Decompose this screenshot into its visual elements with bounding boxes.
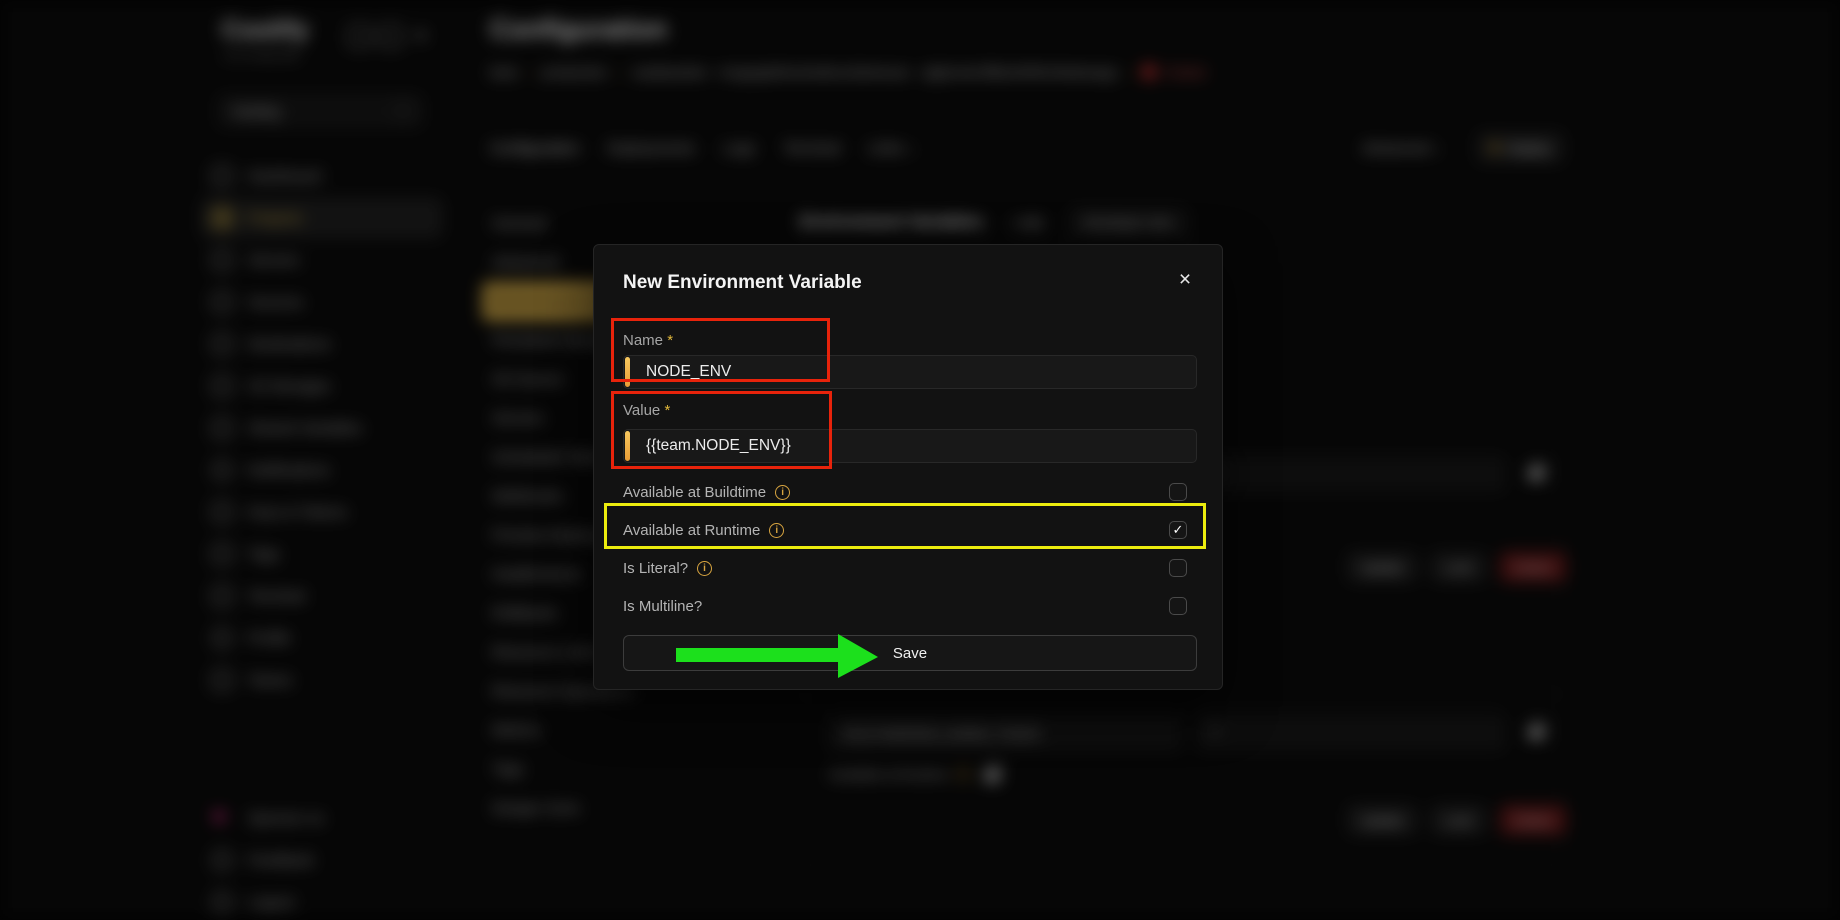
available-at-runtime-row: Available at Runtime i ✓ xyxy=(623,511,1195,549)
required-asterisk: * xyxy=(667,332,673,349)
available-at-runtime-label: Available at Runtime xyxy=(623,522,760,539)
close-icon[interactable]: × xyxy=(1172,267,1198,293)
available-at-buildtime-label: Available at Buildtime xyxy=(623,484,766,501)
is-multiline-row: Is Multiline? xyxy=(623,587,1195,625)
name-field-label: Name * xyxy=(623,331,1195,351)
is-multiline-label: Is Multiline? xyxy=(623,598,702,615)
modal-title: New Environment Variable xyxy=(623,271,1195,295)
available-at-buildtime-row: Available at Buildtime i xyxy=(623,473,1195,511)
new-env-variable-modal: New Environment Variable × Name * Value … xyxy=(593,244,1223,690)
available-at-buildtime-checkbox[interactable] xyxy=(1169,483,1187,501)
is-literal-checkbox[interactable] xyxy=(1169,559,1187,577)
input-accent-bar xyxy=(625,357,630,387)
value-input[interactable] xyxy=(623,429,1197,463)
is-multiline-checkbox[interactable] xyxy=(1169,597,1187,615)
required-asterisk: * xyxy=(664,402,670,419)
save-button[interactable]: Save xyxy=(623,635,1197,671)
info-icon[interactable]: i xyxy=(697,561,712,576)
checkmark-icon: ✓ xyxy=(1173,522,1184,538)
is-literal-row: Is Literal? i xyxy=(623,549,1195,587)
checkbox-group: Available at Buildtime i Available at Ru… xyxy=(623,473,1195,625)
value-field-label: Value * xyxy=(623,401,1195,421)
info-icon[interactable]: i xyxy=(769,523,784,538)
app-screenshot: Coolify v4.0.0-beta.360 ≡ / Dashboard Pr… xyxy=(0,0,1840,920)
name-input[interactable] xyxy=(623,355,1197,389)
available-at-runtime-checkbox[interactable]: ✓ xyxy=(1169,521,1187,539)
info-icon[interactable]: i xyxy=(775,485,790,500)
is-literal-label: Is Literal? xyxy=(623,560,688,577)
input-accent-bar xyxy=(625,431,630,461)
